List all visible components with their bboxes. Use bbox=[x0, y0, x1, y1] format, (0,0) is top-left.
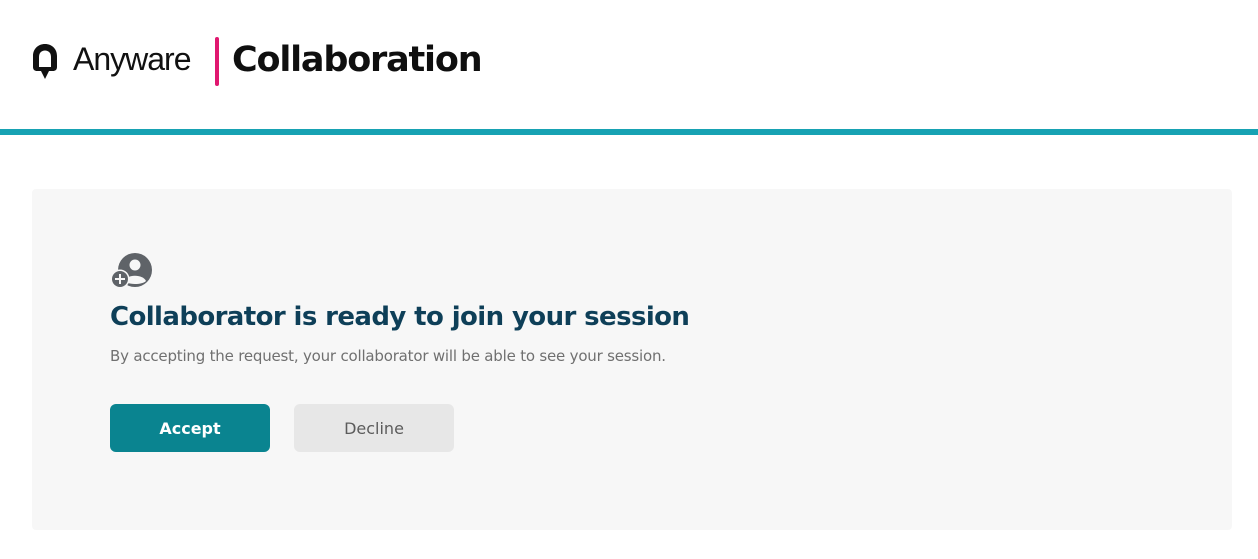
decline-button[interactable]: Decline bbox=[294, 404, 454, 452]
collaboration-request-panel: Collaborator is ready to join your sessi… bbox=[32, 189, 1232, 530]
add-user-icon bbox=[110, 253, 152, 289]
brand-name: Anyware bbox=[73, 41, 191, 77]
app-title: Collaboration bbox=[232, 40, 483, 80]
app-header: Anyware Collaboration bbox=[0, 0, 1258, 130]
request-heading: Collaborator is ready to join your sessi… bbox=[110, 302, 690, 332]
anyware-logo-icon bbox=[33, 44, 57, 79]
request-description: By accepting the request, your collabora… bbox=[110, 347, 666, 365]
brand-divider bbox=[215, 37, 219, 86]
header-accent-bar bbox=[0, 129, 1258, 135]
accept-button[interactable]: Accept bbox=[110, 404, 270, 452]
